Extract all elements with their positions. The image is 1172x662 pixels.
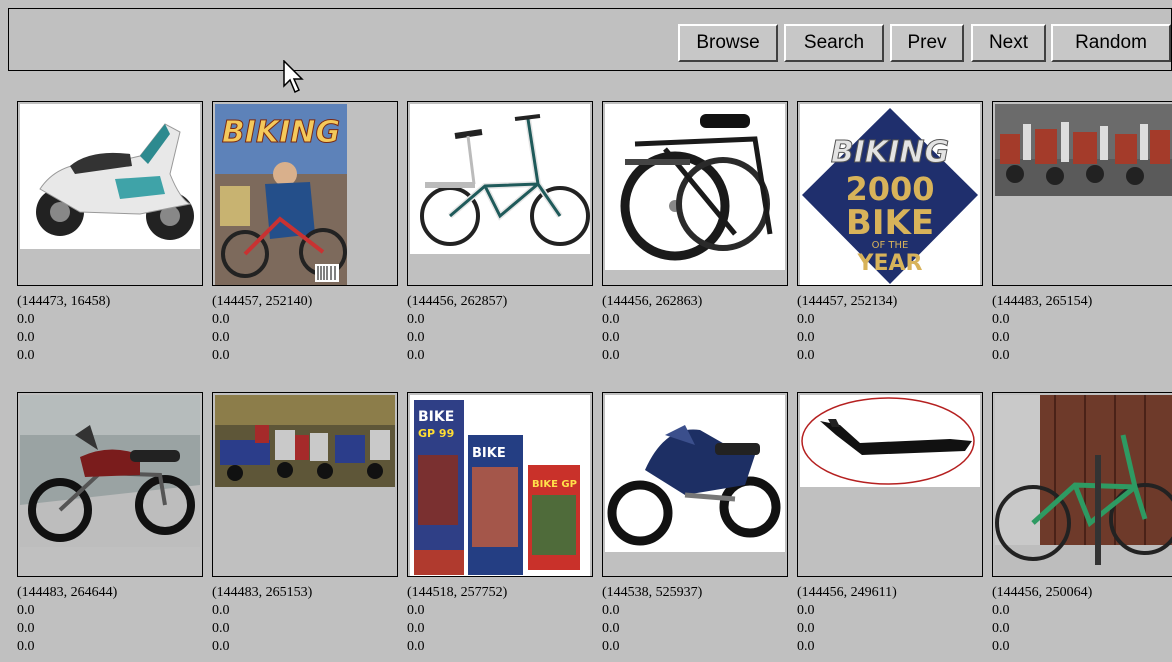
svg-text:BIKING: BIKING — [222, 115, 340, 150]
item-score: 0.0 — [797, 348, 815, 363]
browse-button[interactable]: Browse — [678, 24, 778, 62]
item-score: 0.0 — [797, 312, 815, 327]
item-score: 0.0 — [602, 312, 620, 327]
item-score: 0.0 — [992, 312, 1010, 327]
item-caption: (144518, 257752) 0.0 0.0 0.0 — [407, 584, 507, 656]
item-score: 0.0 — [17, 621, 35, 636]
thumbnail-motorcycle-blue[interactable] — [602, 392, 788, 577]
search-button[interactable]: Search — [784, 24, 884, 62]
svg-text:BIKE: BIKE — [846, 203, 934, 243]
item-id: (144483, 264644) — [17, 585, 118, 600]
item-score: 0.0 — [602, 348, 620, 363]
item-caption: (144483, 265153) 0.0 0.0 0.0 — [212, 584, 312, 656]
item-score: 0.0 — [212, 330, 230, 345]
thumbnail-biking-logo[interactable]: BIKING 2000 BIKE OF THE YEAR — [797, 101, 983, 286]
thumbnail-magazine-cover[interactable]: BIKING — [212, 101, 398, 286]
item-score: 0.0 — [17, 603, 35, 618]
item-score: 0.0 — [17, 348, 35, 363]
item-caption: (144473, 16458) 0.0 0.0 0.0 — [17, 293, 110, 365]
item-caption: (144456, 262863) 0.0 0.0 0.0 — [602, 293, 702, 365]
item-score: 0.0 — [602, 330, 620, 345]
svg-text:BIKE: BIKE — [472, 446, 506, 461]
item-score: 0.0 — [407, 312, 425, 327]
item-score: 0.0 — [992, 639, 1010, 654]
svg-text:GP 99: GP 99 — [418, 427, 454, 440]
motorcycle-showroom-image — [215, 395, 395, 487]
item-id: (144483, 265153) — [212, 585, 313, 600]
thumbnail-video-covers[interactable]: BIKE GP 99 BIKE BIKE GP — [407, 392, 593, 577]
thumbnail-bike-seat[interactable] — [797, 392, 983, 577]
item-score: 0.0 — [407, 348, 425, 363]
svg-text:BIKE GP: BIKE GP — [532, 479, 577, 490]
item-score: 0.0 — [17, 312, 35, 327]
item-score: 0.0 — [212, 603, 230, 618]
item-score: 0.0 — [212, 312, 230, 327]
motorcycle-blue-image — [605, 395, 785, 552]
item-score: 0.0 — [17, 639, 35, 654]
item-caption: (144483, 264644) 0.0 0.0 0.0 — [17, 584, 117, 656]
item-id: (144473, 16458) — [17, 294, 111, 309]
svg-text:BIKE: BIKE — [418, 409, 454, 425]
item-score: 0.0 — [992, 348, 1010, 363]
random-button[interactable]: Random — [1051, 24, 1171, 62]
item-score: 0.0 — [797, 330, 815, 345]
item-id: (144456, 249611) — [797, 585, 897, 600]
item-caption: (144538, 525937) 0.0 0.0 0.0 — [602, 584, 702, 656]
biking-logo-image: BIKING 2000 BIKE OF THE YEAR — [800, 104, 980, 285]
item-score: 0.0 — [602, 639, 620, 654]
item-score: 0.0 — [407, 603, 425, 618]
item-score: 0.0 — [797, 603, 815, 618]
item-score: 0.0 — [407, 639, 425, 654]
item-score: 0.0 — [407, 330, 425, 345]
bike-garage-image — [995, 395, 1172, 576]
bike-seat-image — [800, 395, 980, 487]
thumbnail-motorcycle-lot[interactable] — [992, 101, 1172, 286]
motorcycle-red-image — [20, 395, 200, 547]
item-caption: (144456, 262857) 0.0 0.0 0.0 — [407, 293, 507, 365]
item-score: 0.0 — [797, 621, 815, 636]
motorcycle-lot-image — [995, 104, 1172, 196]
svg-text:YEAR: YEAR — [857, 251, 923, 276]
item-score: 0.0 — [602, 603, 620, 618]
item-score: 0.0 — [992, 330, 1010, 345]
folding-bike-image — [410, 104, 590, 254]
item-id: (144456, 262863) — [602, 294, 703, 309]
video-covers-image: BIKE GP 99 BIKE BIKE GP — [410, 395, 590, 576]
thumbnail-folding-bike-black[interactable] — [602, 101, 788, 286]
item-score: 0.0 — [212, 348, 230, 363]
item-caption: (144456, 249611) 0.0 0.0 0.0 — [797, 584, 897, 656]
item-id: (144456, 262857) — [407, 294, 508, 309]
item-id: (144483, 265154) — [992, 294, 1093, 309]
item-score: 0.0 — [17, 330, 35, 345]
item-score: 0.0 — [212, 639, 230, 654]
item-id: (144457, 252134) — [797, 294, 898, 309]
thumbnail-folding-bike[interactable] — [407, 101, 593, 286]
item-id: (144456, 250064) — [992, 585, 1093, 600]
item-id: (144457, 252140) — [212, 294, 313, 309]
toolbar: Browse Search Prev Next Random — [8, 8, 1172, 71]
item-id: (144518, 257752) — [407, 585, 508, 600]
item-score: 0.0 — [407, 621, 425, 636]
item-score: 0.0 — [212, 621, 230, 636]
item-caption: (144457, 252140) 0.0 0.0 0.0 — [212, 293, 312, 365]
thumbnail-motorcycle-red[interactable] — [17, 392, 203, 577]
svg-text:BIKING: BIKING — [831, 135, 949, 170]
thumbnail-bike-garage[interactable] — [992, 392, 1172, 577]
svg-text:OF THE: OF THE — [872, 240, 909, 251]
item-caption: (144483, 265154) 0.0 0.0 0.0 — [992, 293, 1092, 365]
thumbnail-motorcycle-showroom[interactable] — [212, 392, 398, 577]
item-score: 0.0 — [797, 639, 815, 654]
prev-button[interactable]: Prev — [890, 24, 964, 62]
item-score: 0.0 — [992, 621, 1010, 636]
folding-bike-black-image — [605, 104, 785, 270]
magazine-cover-image: BIKING — [215, 104, 395, 285]
item-caption: (144457, 252134) 0.0 0.0 0.0 — [797, 293, 897, 365]
scooter-image — [20, 104, 200, 249]
item-score: 0.0 — [602, 621, 620, 636]
item-id: (144538, 525937) — [602, 585, 703, 600]
next-button[interactable]: Next — [971, 24, 1046, 62]
thumbnail-scooter[interactable] — [17, 101, 203, 286]
item-caption: (144456, 250064) 0.0 0.0 0.0 — [992, 584, 1092, 656]
item-score: 0.0 — [992, 603, 1010, 618]
